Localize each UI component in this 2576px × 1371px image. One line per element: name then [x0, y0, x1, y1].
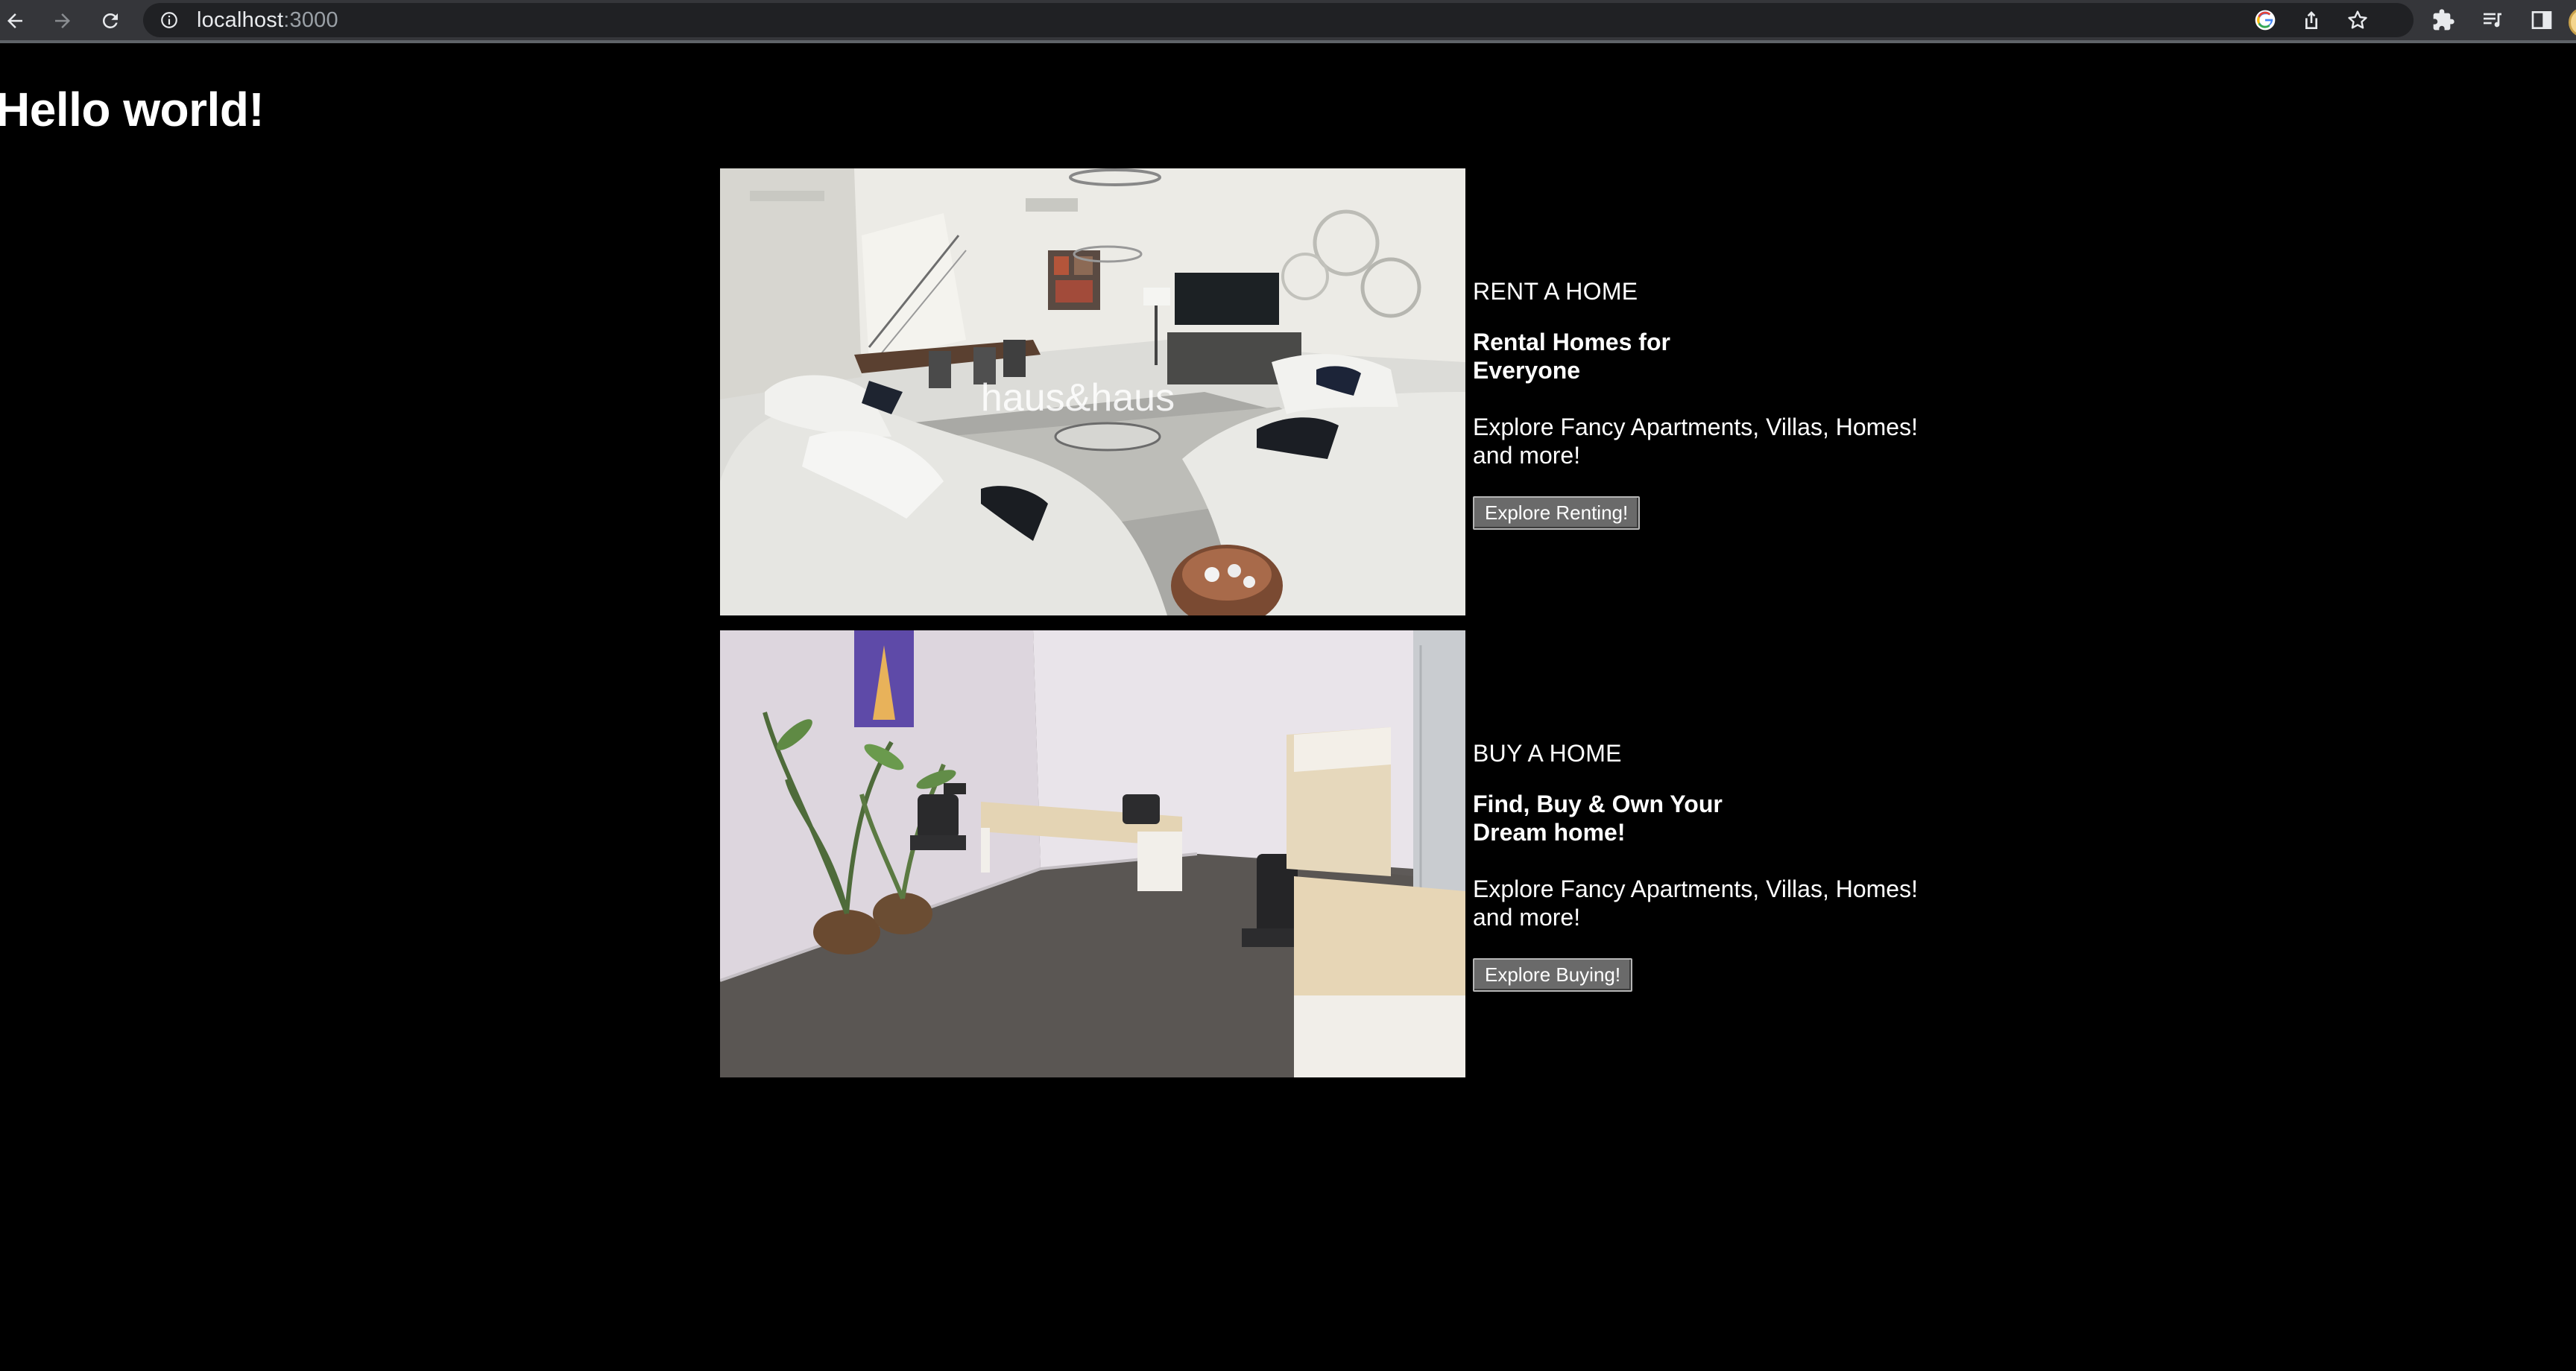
explore-buying-button[interactable]: Explore Buying! [1473, 958, 1633, 992]
back-button[interactable] [0, 6, 30, 36]
url-text: localhost:3000 [197, 8, 338, 33]
page-content: Hello world! haus&haus RENT A HOME Renta… [0, 46, 2576, 1371]
section-headline: Rental Homes for Everyone [1473, 329, 1670, 384]
side-panel-icon[interactable] [2528, 7, 2555, 34]
info-icon[interactable] [158, 9, 180, 31]
media-queue-icon[interactable] [2479, 7, 2506, 34]
arrow-right-icon [55, 13, 70, 28]
section-kicker: RENT A HOME [1473, 278, 1638, 305]
url-port: :3000 [283, 7, 338, 32]
url-host: localhost [197, 7, 284, 32]
section-description: Explore Fancy Apartments, Villas, Homes!… [1473, 876, 1918, 931]
share-icon[interactable] [2297, 6, 2326, 34]
forward-button[interactable] [48, 6, 78, 36]
explore-renting-button[interactable]: Explore Renting! [1473, 496, 1641, 530]
reload-button[interactable] [95, 6, 125, 36]
section-kicker: BUY A HOME [1473, 740, 1622, 767]
avatar[interactable] [2569, 7, 2576, 37]
page-title: Hello world! [0, 83, 265, 136]
office-photo [720, 630, 1465, 1077]
puzzle-icon[interactable] [2430, 7, 2457, 34]
buy-text: BUY A HOME Find, Buy & Own Your Dream ho… [1473, 739, 1935, 992]
address-bar[interactable]: localhost:3000 [143, 3, 2414, 37]
rent-text: RENT A HOME Rental Homes for Everyone Ex… [1473, 277, 1935, 530]
arrow-left-icon [7, 13, 22, 28]
living-room-photo: haus&haus [720, 168, 1465, 615]
reload-icon [102, 13, 118, 28]
watermark-text: haus&haus [981, 376, 1175, 419]
google-icon[interactable] [2251, 6, 2279, 34]
rent-section: haus&haus RENT A HOME Rental Homes for E… [720, 168, 1928, 615]
buy-section: BUY A HOME Find, Buy & Own Your Dream ho… [720, 630, 1928, 1077]
section-description: Explore Fancy Apartments, Villas, Homes!… [1473, 414, 1918, 469]
star-icon[interactable] [2343, 6, 2372, 34]
browser-toolbar: localhost:3000 [0, 0, 2576, 43]
section-headline: Find, Buy & Own Your Dream home! [1473, 791, 1723, 846]
